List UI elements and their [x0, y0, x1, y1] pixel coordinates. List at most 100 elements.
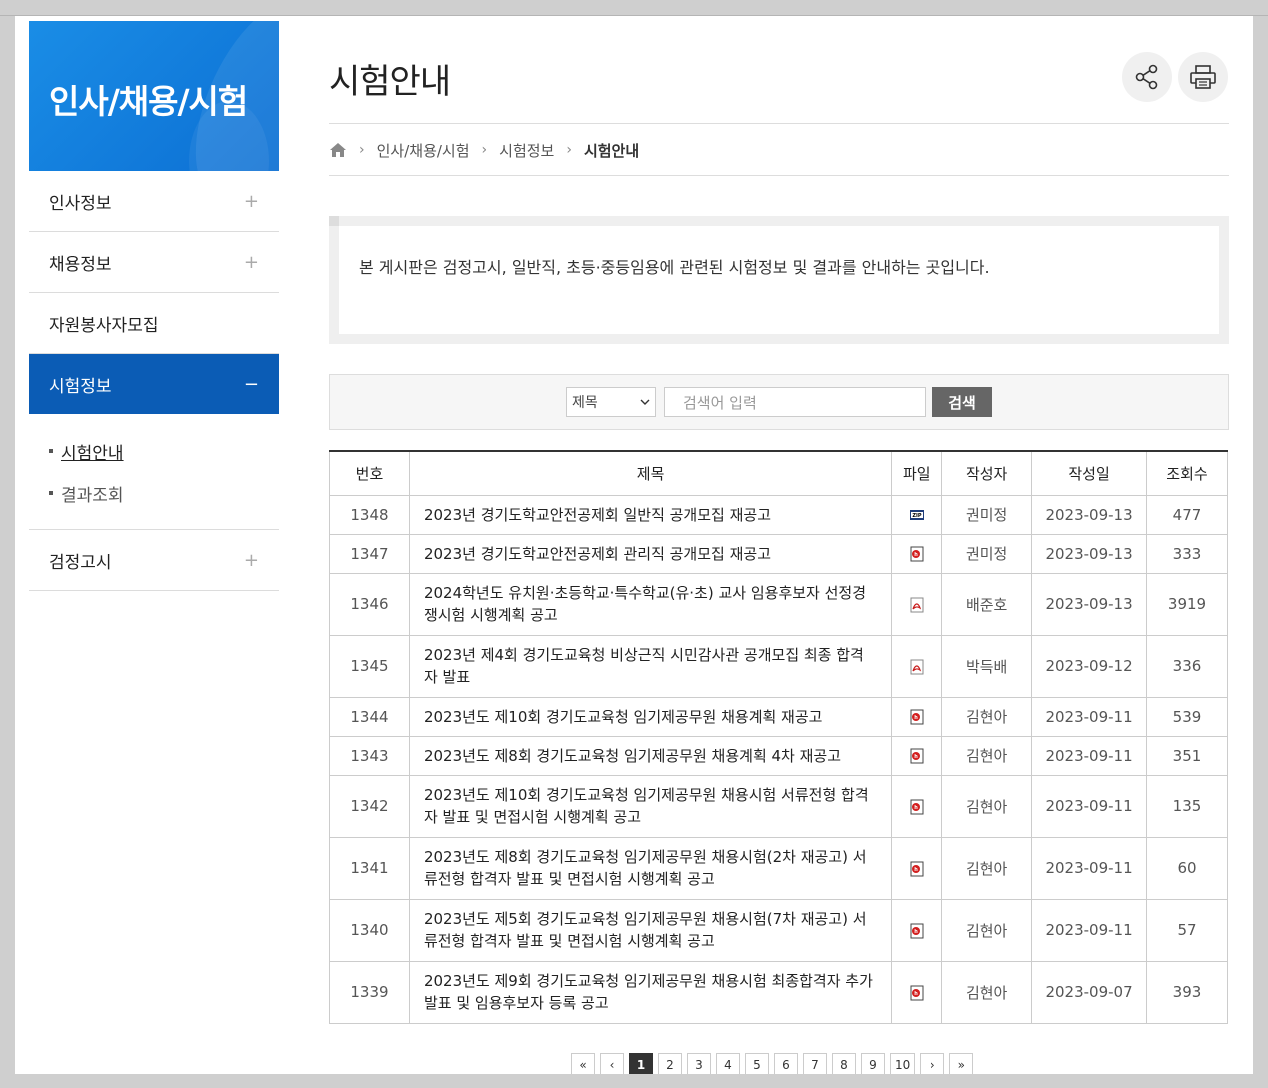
- page-10-button[interactable]: 10: [890, 1053, 916, 1074]
- cell-file: ZIP: [891, 495, 942, 535]
- cell-views: 135: [1146, 775, 1228, 838]
- sidebar-item-volunteer[interactable]: 자원봉사자모집: [29, 293, 279, 354]
- search-bar: 제목 검색어 입력 검색: [329, 374, 1229, 430]
- breadcrumb: › 인사/채용/시험 › 시험정보 › 시험안내: [329, 138, 639, 162]
- cell-views: 57: [1146, 899, 1228, 962]
- page-1-button[interactable]: 1: [629, 1053, 653, 1074]
- plus-icon: +: [243, 251, 259, 273]
- cell-author: 권미정: [941, 495, 1032, 535]
- hwp-file-icon[interactable]: h: [909, 923, 925, 939]
- cell-title-link[interactable]: 2023년도 제9회 경기도교육청 임기제공무원 채용시험 최종합격자 추가 발…: [408, 961, 892, 1024]
- cell-no: 1348: [329, 495, 410, 535]
- divider: [329, 123, 1229, 124]
- cell-file: [891, 573, 942, 636]
- table-row[interactable]: 1340 2023년도 제5회 경기도교육청 임기제공무원 채용시험(7차 재공고…: [329, 899, 1228, 962]
- cell-file: h: [891, 697, 942, 737]
- cell-date: 2023-09-11: [1031, 775, 1147, 838]
- search-field-select[interactable]: 제목: [566, 387, 656, 417]
- page-3-button[interactable]: 3: [687, 1053, 711, 1074]
- cell-date: 2023-09-11: [1031, 899, 1147, 962]
- next-page-button[interactable]: ›: [920, 1053, 945, 1074]
- page-4-button[interactable]: 4: [716, 1053, 740, 1074]
- last-page-button[interactable]: »: [949, 1053, 974, 1074]
- cell-author: 김현아: [941, 899, 1032, 962]
- cell-file: h: [891, 775, 942, 838]
- page-7-button[interactable]: 7: [803, 1053, 827, 1074]
- table-row[interactable]: 1345 2023년 제4회 경기도교육청 비상근직 시민감사관 공개모집 최종 …: [329, 635, 1228, 698]
- share-button[interactable]: [1122, 52, 1172, 102]
- sidebar-item-ged[interactable]: 검정고시 +: [29, 530, 279, 591]
- hwp-file-icon[interactable]: h: [909, 799, 925, 815]
- table-row[interactable]: 1346 2024학년도 유치원·초등학교·특수학교(유·초) 교사 임용후보자 …: [329, 573, 1228, 636]
- cell-file: h: [891, 837, 942, 900]
- page-2-button[interactable]: 2: [658, 1053, 682, 1074]
- cell-author: 배준호: [941, 573, 1032, 636]
- cell-title-link[interactable]: 2023년도 제5회 경기도교육청 임기제공무원 채용시험(7차 재공고) 서류…: [408, 899, 892, 962]
- hwp-file-icon[interactable]: h: [909, 546, 925, 562]
- print-button[interactable]: [1178, 52, 1228, 102]
- page-6-button[interactable]: 6: [774, 1053, 798, 1074]
- chevron-right-icon: ›: [566, 142, 572, 158]
- svg-text:ZIP: ZIP: [912, 513, 921, 519]
- hwp-file-icon[interactable]: h: [909, 861, 925, 877]
- first-page-button[interactable]: «: [571, 1053, 595, 1074]
- svg-text:h: h: [914, 991, 918, 997]
- cell-views: 477: [1146, 495, 1228, 535]
- cell-title-link[interactable]: 2023년 제4회 경기도교육청 비상근직 시민감사관 공개모집 최종 합격자 …: [408, 635, 892, 698]
- cell-author: 김현아: [941, 775, 1032, 838]
- cell-date: 2023-09-11: [1031, 837, 1147, 900]
- cell-date: 2023-09-11: [1031, 697, 1147, 737]
- cell-title-link[interactable]: 2023년도 제10회 경기도교육청 임기제공무원 채용시험 서류전형 합격자 …: [408, 775, 892, 838]
- cell-title-link[interactable]: 2023년 경기도학교안전공제회 일반직 공개모집 재공고: [408, 495, 892, 535]
- page-frame: 인사/채용/시험 인사정보 + 채용정보 + 자원봉사자모집 시험정보 − 시험…: [15, 16, 1253, 1074]
- table-row[interactable]: 1344 2023년도 제10회 경기도교육청 임기제공무원 채용계획 재공고 h 김…: [329, 697, 1228, 737]
- breadcrumb-item[interactable]: 시험정보: [499, 140, 554, 161]
- cell-title-link[interactable]: 2024학년도 유치원·초등학교·특수학교(유·초) 교사 임용후보자 선정경쟁…: [408, 573, 892, 636]
- sidebar-item-recruit-info[interactable]: 채용정보 +: [29, 232, 279, 293]
- minus-icon: −: [243, 373, 259, 395]
- intro-box: 본 게시판은 검정고시, 일반직, 초등·중등임용에 관련된 시험정보 및 결과…: [329, 216, 1229, 344]
- table-row[interactable]: 1348 2023년 경기도학교안전공제회 일반직 공개모집 재공고 ZIP 권미정 2…: [329, 495, 1228, 535]
- submenu-item-label: 시험안내: [61, 443, 124, 464]
- cell-no: 1345: [329, 635, 410, 698]
- table-row[interactable]: 1341 2023년도 제8회 경기도교육청 임기제공무원 채용시험(2차 재공고…: [329, 837, 1228, 900]
- table-body: 1348 2023년 경기도학교안전공제회 일반직 공개모집 재공고 ZIP 권미정 2…: [329, 495, 1228, 1024]
- search-button[interactable]: 검색: [932, 387, 992, 417]
- pdf-file-icon[interactable]: [909, 659, 925, 675]
- intro-text: 본 게시판은 검정고시, 일반직, 초등·중등임용에 관련된 시험정보 및 결과…: [359, 258, 990, 277]
- cell-file: h: [891, 961, 942, 1024]
- breadcrumb-item[interactable]: 인사/채용/시험: [377, 140, 470, 161]
- page-9-button[interactable]: 9: [861, 1053, 885, 1074]
- svg-text:h: h: [914, 929, 918, 935]
- prev-page-button[interactable]: ‹: [600, 1053, 624, 1074]
- sidebar-item-exam-info[interactable]: 시험정보 −: [29, 354, 279, 414]
- page-8-button[interactable]: 8: [832, 1053, 856, 1074]
- sidebar-item-hr-info[interactable]: 인사정보 +: [29, 171, 279, 232]
- table-row[interactable]: 1347 2023년 경기도학교안전공제회 관리직 공개모집 재공고 h 권미정 202…: [329, 534, 1228, 574]
- col-header-views: 조회수: [1146, 450, 1228, 496]
- hwp-file-icon[interactable]: h: [909, 985, 925, 1001]
- sidebar-header: 인사/채용/시험: [29, 21, 279, 171]
- page-5-button[interactable]: 5: [745, 1053, 769, 1074]
- zip-file-icon[interactable]: ZIP: [909, 507, 925, 523]
- share-icon: [1135, 64, 1158, 90]
- hwp-file-icon[interactable]: h: [909, 748, 925, 764]
- table-row[interactable]: 1342 2023년도 제10회 경기도교육청 임기제공무원 채용시험 서류전형 …: [329, 775, 1228, 838]
- hwp-file-icon[interactable]: h: [909, 709, 925, 725]
- cell-title-link[interactable]: 2023년도 제8회 경기도교육청 임기제공무원 채용계획 4차 재공고: [408, 736, 892, 776]
- board-table: 번호 제목 파일 작성자 작성일 조회수 1348 2023년 경기도학교안전공제…: [329, 450, 1228, 1024]
- search-input[interactable]: 검색어 입력: [664, 387, 926, 417]
- sidebar-title: 인사/채용/시험: [49, 82, 248, 121]
- table-row[interactable]: 1343 2023년도 제8회 경기도교육청 임기제공무원 채용계획 4차 재공고…: [329, 736, 1228, 776]
- svg-text:h: h: [914, 552, 918, 558]
- submenu-item-results[interactable]: 결과조회: [49, 472, 259, 514]
- table-row[interactable]: 1339 2023년도 제9회 경기도교육청 임기제공무원 채용시험 최종합격자 …: [329, 961, 1228, 1024]
- submenu-item-exam-guide[interactable]: 시험안내: [49, 430, 259, 472]
- pdf-file-icon[interactable]: [909, 597, 925, 613]
- cell-title-link[interactable]: 2023년 경기도학교안전공제회 관리직 공개모집 재공고: [408, 534, 892, 574]
- cell-title-link[interactable]: 2023년도 제10회 경기도교육청 임기제공무원 채용계획 재공고: [408, 697, 892, 737]
- home-icon[interactable]: [329, 142, 347, 158]
- divider: [329, 175, 1229, 176]
- cell-author: 김현아: [941, 736, 1032, 776]
- cell-title-link[interactable]: 2023년도 제8회 경기도교육청 임기제공무원 채용시험(2차 재공고) 서류…: [408, 837, 892, 900]
